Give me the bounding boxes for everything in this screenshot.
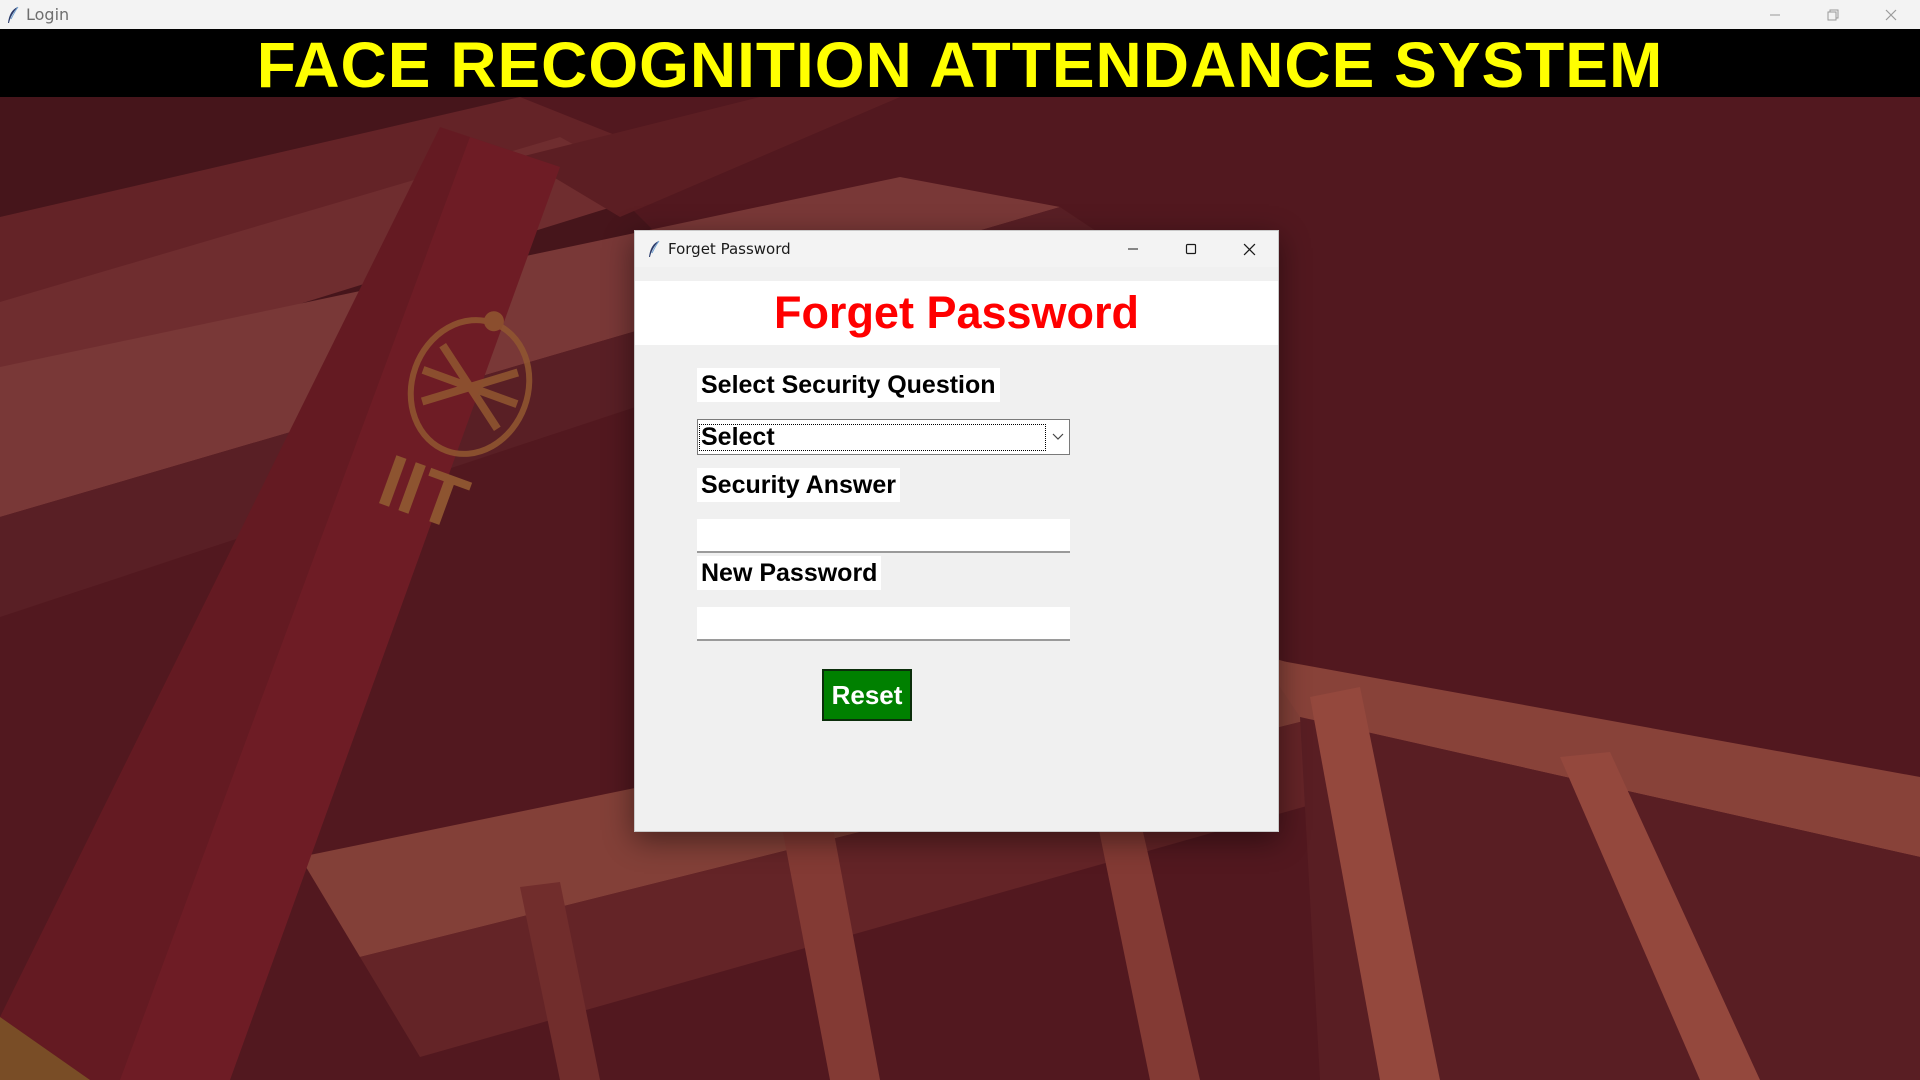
security-question-select[interactable]: Select	[697, 419, 1070, 455]
close-button[interactable]	[1862, 0, 1920, 29]
dialog-close-button[interactable]	[1220, 231, 1278, 267]
restore-icon	[1827, 9, 1839, 20]
security-question-label: Select Security Question	[697, 368, 1000, 402]
dialog-window-title: Forget Password	[668, 240, 791, 258]
new-password-input[interactable]	[697, 607, 1070, 641]
app-banner-title: FACE RECOGNITION ATTENDANCE SYSTEM	[0, 29, 1920, 97]
security-answer-input[interactable]	[697, 519, 1070, 553]
main-window-titlebar[interactable]: Login	[0, 0, 1920, 29]
new-password-label: New Password	[697, 556, 882, 590]
feather-icon	[8, 6, 19, 23]
restore-button[interactable]	[1804, 0, 1862, 29]
close-icon	[1885, 9, 1897, 20]
minimize-icon	[1770, 14, 1780, 15]
minimize-icon	[1128, 248, 1138, 250]
dialog-maximize-button[interactable]	[1162, 231, 1220, 267]
chevron-down-icon[interactable]	[1047, 433, 1069, 441]
forget-password-dialog: Forget Password Forget Password Select S…	[634, 230, 1279, 832]
main-window-title: Login	[26, 5, 70, 24]
dialog-minimize-button[interactable]	[1104, 231, 1162, 267]
minimize-button[interactable]	[1746, 0, 1804, 29]
dialog-titlebar[interactable]: Forget Password	[635, 231, 1278, 267]
maximize-icon	[1185, 243, 1197, 255]
security-answer-label: Security Answer	[697, 468, 900, 502]
reset-button[interactable]: Reset	[822, 669, 912, 721]
dialog-heading: Forget Password	[635, 281, 1278, 345]
security-question-selected-value: Select	[698, 423, 1047, 452]
feather-icon	[649, 240, 660, 257]
close-icon	[1243, 243, 1255, 255]
